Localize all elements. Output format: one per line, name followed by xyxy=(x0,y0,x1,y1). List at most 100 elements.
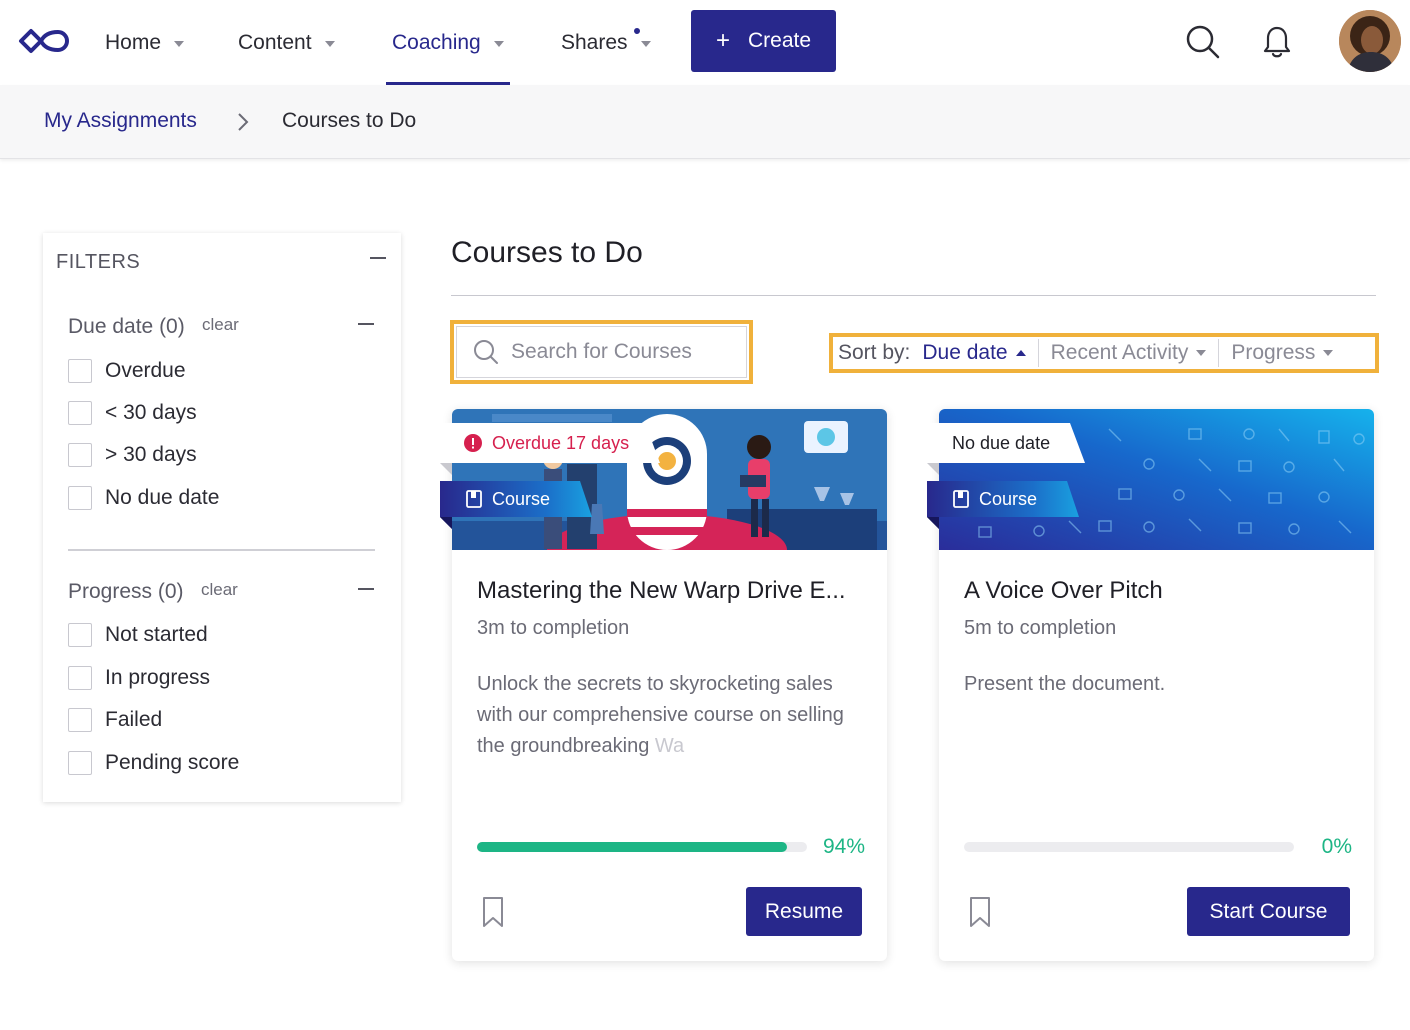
alert-icon xyxy=(464,434,482,452)
divider xyxy=(68,549,375,551)
progress-fill xyxy=(477,842,788,852)
checkbox[interactable] xyxy=(68,623,92,647)
book-icon xyxy=(953,490,969,508)
bookmark-icon[interactable] xyxy=(969,896,991,928)
breadcrumb: My Assignments Courses to Do xyxy=(0,85,1410,159)
search-box[interactable] xyxy=(456,326,747,378)
chevron-down-icon xyxy=(1323,350,1334,356)
filter-label: In progress xyxy=(105,666,211,689)
filters-panel: FILTERS Due date (0) clear Overdue < 30 … xyxy=(43,233,401,802)
course-type-label: Course xyxy=(492,488,551,509)
bookmark-icon[interactable] xyxy=(482,896,504,928)
checkbox[interactable] xyxy=(68,443,92,467)
course-duration: 3m to completion xyxy=(477,617,630,639)
course-description: Present the document. xyxy=(964,673,1166,695)
nav-coaching-label: Coaching xyxy=(392,30,481,54)
infinity-logo-icon[interactable] xyxy=(18,24,70,58)
chevron-down-icon xyxy=(493,40,504,47)
divider xyxy=(451,295,1376,296)
filter-more-30-days[interactable]: > 30 days xyxy=(68,441,197,469)
chevron-down-icon xyxy=(324,40,335,47)
progress-bar xyxy=(477,842,807,852)
due-date-group-title: Due date (0) xyxy=(68,315,185,338)
sort-ascending-icon xyxy=(1015,350,1026,356)
notification-dot xyxy=(634,28,640,34)
filter-label: Not started xyxy=(105,623,208,646)
nav-coaching[interactable]: Coaching xyxy=(386,0,510,85)
breadcrumb-my-assignments[interactable]: My Assignments xyxy=(44,109,197,133)
plus-icon: + xyxy=(715,27,730,54)
progress-clear[interactable]: clear xyxy=(201,580,238,600)
search-icon[interactable] xyxy=(1185,24,1221,60)
filter-no-due-date[interactable]: No due date xyxy=(68,484,219,512)
divider xyxy=(1218,339,1220,367)
nav-content[interactable]: Content xyxy=(238,0,335,85)
checkbox[interactable] xyxy=(68,486,92,510)
sort-progress[interactable]: Progress xyxy=(1231,339,1334,367)
create-button-label: Create xyxy=(747,29,812,52)
sort-option-label: Recent Activity xyxy=(1050,341,1189,364)
book-icon xyxy=(466,490,482,508)
due-date-clear[interactable]: clear xyxy=(202,315,239,335)
course-card[interactable]: Overdue 17 days Course Mastering the New… xyxy=(440,409,887,961)
avatar[interactable] xyxy=(1339,10,1401,72)
nav-home[interactable]: Home xyxy=(105,0,185,85)
divider xyxy=(1037,339,1039,367)
search-highlight xyxy=(450,320,753,384)
filter-pending-score[interactable]: Pending score xyxy=(68,749,239,777)
progress-bar xyxy=(964,842,1294,852)
nav-shares[interactable]: Shares xyxy=(561,0,651,85)
start-course-button[interactable]: Start Course xyxy=(1187,887,1350,936)
filter-label: No due date xyxy=(105,486,220,509)
overdue-badge: Overdue 17 days xyxy=(464,423,629,463)
bell-icon[interactable] xyxy=(1262,24,1292,60)
sort-bar: Sort by: Due date Recent Activity Progre… xyxy=(829,333,1379,373)
course-title[interactable]: Mastering the New Warp Drive E... xyxy=(477,577,846,605)
checkbox[interactable] xyxy=(68,751,92,775)
filter-label: Pending score xyxy=(105,751,240,774)
chevron-down-icon xyxy=(174,40,185,47)
top-navigation: Home Content Coaching Shares + Create xyxy=(0,0,1410,85)
resume-button[interactable]: Resume xyxy=(746,887,862,936)
course-description: Unlock the secrets to skyrocketing sales… xyxy=(477,669,857,762)
overdue-badge-label: Overdue 17 days xyxy=(492,432,630,453)
filter-label: Overdue xyxy=(105,359,186,382)
course-type-badge: Course xyxy=(953,481,1037,517)
chevron-down-icon xyxy=(640,40,651,47)
due-date-badge-label: No due date xyxy=(952,432,1051,453)
filters-title: FILTERS xyxy=(56,251,141,273)
course-card[interactable]: No due date Course A Voice Over Pitch 5m… xyxy=(927,409,1374,961)
checkbox[interactable] xyxy=(68,708,92,732)
nav-content-label: Content xyxy=(238,30,312,54)
chevron-down-icon xyxy=(1196,350,1207,356)
collapse-due-date-icon[interactable] xyxy=(358,323,374,325)
sort-label: Sort by: xyxy=(838,341,911,364)
sort-option-label: Progress xyxy=(1231,341,1316,364)
filter-overdue[interactable]: Overdue xyxy=(68,357,186,385)
filter-not-started[interactable]: Not started xyxy=(68,621,208,649)
checkbox[interactable] xyxy=(68,401,92,425)
collapse-progress-icon[interactable] xyxy=(358,588,374,590)
nav-shares-label: Shares xyxy=(561,30,628,54)
collapse-filters-icon[interactable] xyxy=(370,257,386,259)
filter-failed[interactable]: Failed xyxy=(68,706,162,734)
course-type-label: Course xyxy=(979,488,1038,509)
course-duration: 5m to completion xyxy=(964,617,1117,639)
progress-percent: 0% xyxy=(1321,835,1352,858)
create-button[interactable]: + Create xyxy=(691,10,836,72)
filter-in-progress[interactable]: In progress xyxy=(68,664,210,692)
filter-label: < 30 days xyxy=(105,401,197,424)
course-title[interactable]: A Voice Over Pitch xyxy=(964,577,1163,605)
filter-label: Failed xyxy=(105,708,163,731)
page-title: Courses to Do xyxy=(451,236,643,269)
progress-percent: 94% xyxy=(822,835,865,858)
checkbox[interactable] xyxy=(68,359,92,383)
checkbox[interactable] xyxy=(68,666,92,690)
breadcrumb-current: Courses to Do xyxy=(282,109,417,132)
sort-recent-activity[interactable]: Recent Activity xyxy=(1051,339,1207,367)
sort-due-date[interactable]: Due date xyxy=(922,339,1026,367)
search-input[interactable] xyxy=(511,340,741,364)
filter-less-30-days[interactable]: < 30 days xyxy=(68,399,197,427)
course-type-badge: Course xyxy=(466,481,550,517)
sort-option-label: Due date xyxy=(922,341,1008,364)
